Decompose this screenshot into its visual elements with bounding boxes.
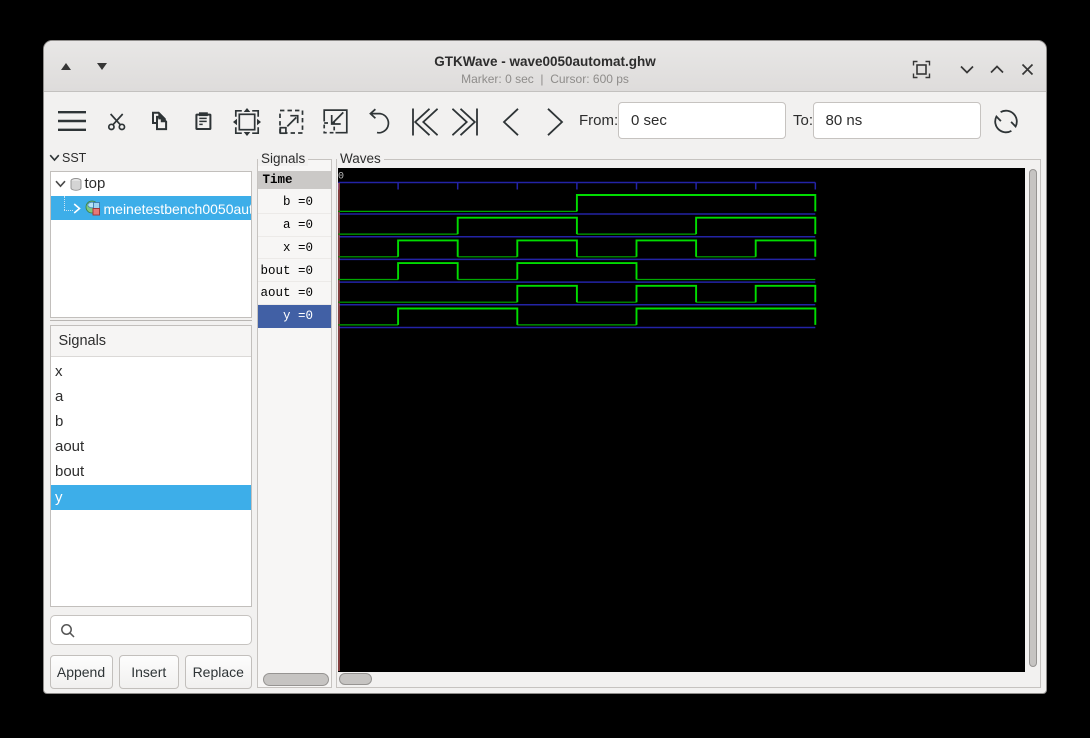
svg-text:0: 0 <box>338 172 344 183</box>
